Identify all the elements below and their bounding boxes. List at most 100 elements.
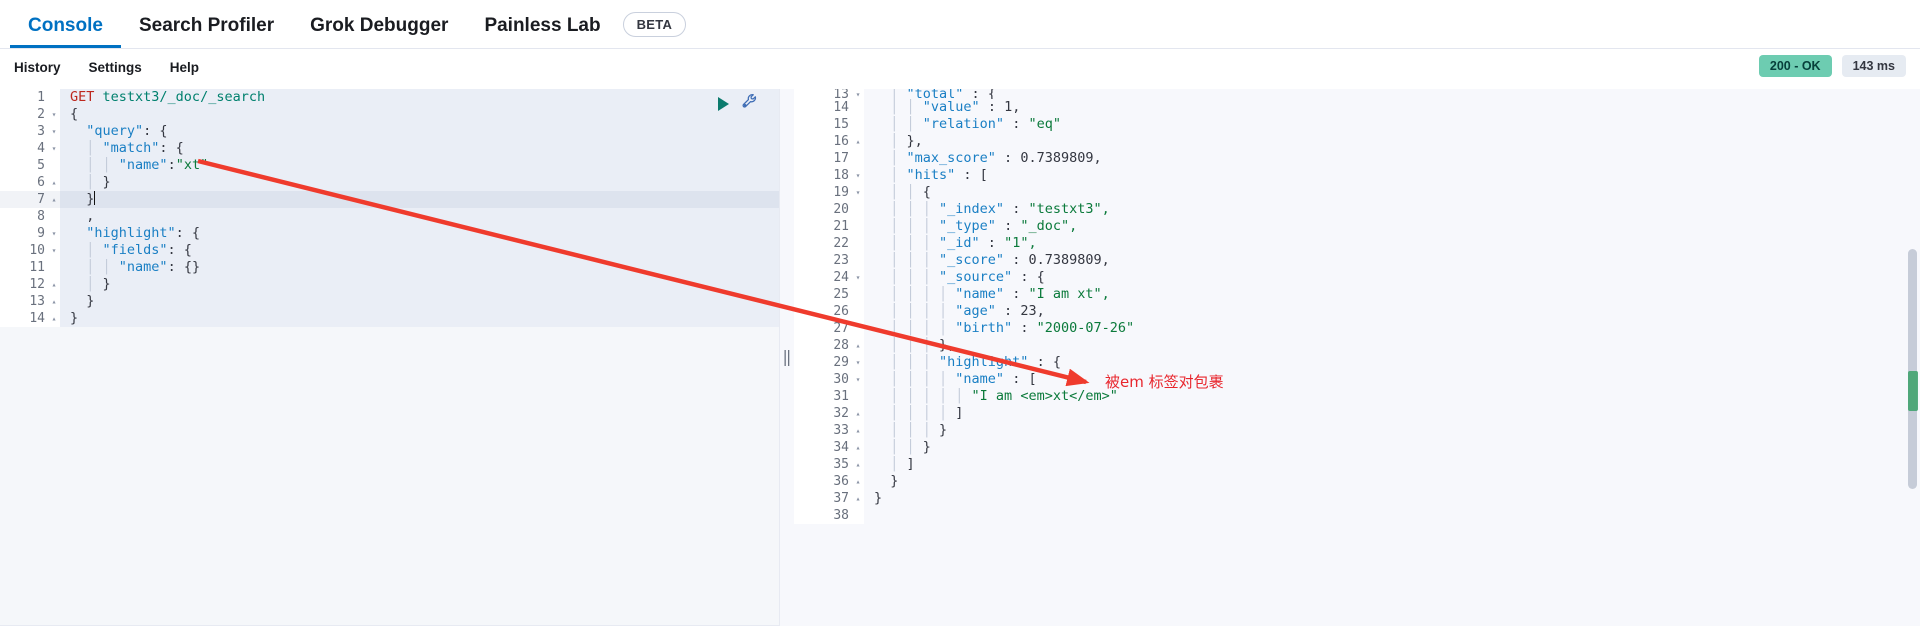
line-content: │ "fields": { bbox=[60, 242, 779, 259]
fold-toggle-icon bbox=[48, 157, 60, 174]
line-number: 16 bbox=[794, 133, 852, 150]
fold-toggle-icon[interactable]: ▴ bbox=[48, 174, 60, 191]
line-number: 31 bbox=[794, 388, 852, 405]
line-content: │ │ "relation" : "eq" bbox=[864, 116, 1920, 133]
token-guide: │ bbox=[70, 242, 103, 258]
fold-toggle-icon[interactable]: ▴ bbox=[48, 310, 60, 327]
fold-toggle-icon[interactable]: ▾ bbox=[48, 225, 60, 242]
token-num: 0.7389809, bbox=[1020, 150, 1102, 166]
fold-toggle-icon[interactable]: ▴ bbox=[48, 293, 60, 310]
fold-toggle-icon[interactable]: ▾ bbox=[48, 242, 60, 259]
play-triangle-icon[interactable] bbox=[718, 97, 729, 111]
fold-toggle-icon[interactable]: ▴ bbox=[852, 490, 864, 507]
fold-toggle-icon[interactable]: ▾ bbox=[852, 354, 864, 371]
fold-toggle-icon bbox=[48, 208, 60, 225]
token-punc: : bbox=[167, 157, 176, 173]
response-viewer-pane[interactable]: 13 ▾ │ "total" : {14 │ │ "value" : 1, 15 │… bbox=[794, 89, 1920, 626]
token-punc: : bbox=[1004, 252, 1029, 268]
line-number: 36 bbox=[794, 473, 852, 490]
line-content: │ │ │ │ │ "I am <em>xt</em>" bbox=[864, 388, 1920, 405]
token-str: "_doc", bbox=[1020, 218, 1078, 234]
token-punc: : { bbox=[1012, 269, 1045, 285]
token-guide: │ bbox=[874, 150, 907, 166]
editor-line: 3 ▾ "query": { bbox=[0, 123, 779, 140]
line-content: "highlight": { bbox=[60, 225, 779, 242]
line-content: } bbox=[60, 310, 779, 327]
editor-line: 10 ▾ │ "fields": { bbox=[0, 242, 779, 259]
line-content: { bbox=[60, 106, 779, 123]
line-content: │ │ │ │ "birth" : "2000-07-26" bbox=[864, 320, 1920, 337]
menu-settings[interactable]: Settings bbox=[89, 60, 142, 75]
line-content: │ │ │ │ "age" : 23, bbox=[864, 303, 1920, 320]
editor-line: 32 ▴ │ │ │ │ ] bbox=[794, 405, 1920, 422]
token-punc: : { bbox=[159, 140, 184, 156]
fold-toggle-icon[interactable]: ▾ bbox=[852, 269, 864, 286]
token-key: "_score" bbox=[939, 252, 1005, 268]
fold-toggle-icon[interactable]: ▴ bbox=[852, 439, 864, 456]
response-scrollbar[interactable] bbox=[1906, 89, 1919, 626]
editor-line: 13 ▾ │ "total" : { bbox=[794, 89, 1920, 99]
fold-toggle-icon[interactable]: ▾ bbox=[852, 167, 864, 184]
request-editor-pane[interactable]: 1 GET testxt3/_doc/_search 2 ▾{3 ▾ "query": … bbox=[0, 89, 780, 626]
fold-toggle-icon[interactable]: ▾ bbox=[852, 184, 864, 201]
line-content: │ │ │ "_index" : "testxt3", bbox=[864, 201, 1920, 218]
fold-toggle-icon[interactable]: ▾ bbox=[48, 123, 60, 140]
response-status-group: 200 - OK 143 ms bbox=[1758, 55, 1906, 77]
line-content: │ │ │ "_score" : 0.7389809, bbox=[864, 252, 1920, 269]
fold-toggle-icon[interactable]: ▾ bbox=[852, 89, 864, 99]
fold-toggle-icon bbox=[852, 252, 864, 269]
menu-history[interactable]: History bbox=[14, 60, 61, 75]
line-number: 22 bbox=[794, 235, 852, 252]
token-key: "name" bbox=[955, 371, 1005, 387]
fold-toggle-icon[interactable]: ▾ bbox=[48, 140, 60, 157]
editor-line: 4 ▾ │ "match": { bbox=[0, 140, 779, 157]
token-punc: : bbox=[995, 218, 1021, 234]
line-number: 37 bbox=[794, 490, 852, 507]
token-num: 0.7389809, bbox=[1028, 252, 1110, 268]
fold-toggle-icon bbox=[852, 201, 864, 218]
tab-painless-lab[interactable]: Painless Lab bbox=[466, 0, 618, 48]
fold-toggle-icon[interactable]: ▴ bbox=[852, 405, 864, 422]
fold-toggle-icon[interactable]: ▴ bbox=[852, 133, 864, 150]
line-number: 19 bbox=[794, 184, 852, 201]
fold-toggle-icon[interactable]: ▾ bbox=[48, 106, 60, 123]
line-number: 34 bbox=[794, 439, 852, 456]
tab-search-profiler[interactable]: Search Profiler bbox=[121, 0, 292, 48]
line-number: 8 bbox=[0, 208, 48, 225]
fold-toggle-icon[interactable]: ▴ bbox=[852, 473, 864, 490]
pane-splitter[interactable] bbox=[780, 89, 794, 626]
token-punc: } bbox=[939, 422, 948, 438]
line-number: 4 bbox=[0, 140, 48, 157]
splitter-handle-icon bbox=[784, 349, 790, 366]
line-number: 13 bbox=[794, 89, 852, 99]
editor-line: 1 GET testxt3/_doc/_search bbox=[0, 89, 779, 106]
fold-toggle-icon[interactable]: ▴ bbox=[852, 422, 864, 439]
editor-line: 23 │ │ │ "_score" : 0.7389809, bbox=[794, 252, 1920, 269]
console-submenu: History Settings Help 200 - OK 143 ms bbox=[0, 49, 1920, 85]
line-number: 30 bbox=[794, 371, 852, 388]
token-key: "query" bbox=[86, 123, 144, 139]
token-punc: { bbox=[70, 106, 79, 122]
fold-toggle-icon[interactable]: ▾ bbox=[852, 371, 864, 388]
line-content: │ │ │ "_id" : "1", bbox=[864, 235, 1920, 252]
token-punc: , bbox=[70, 208, 95, 224]
line-content: │ │ "value" : 1, bbox=[864, 99, 1920, 116]
line-content: } bbox=[864, 473, 1920, 490]
fold-toggle-icon[interactable]: ▴ bbox=[48, 276, 60, 293]
wrench-icon[interactable] bbox=[741, 92, 760, 116]
line-number: 25 bbox=[794, 286, 852, 303]
tab-console[interactable]: Console bbox=[10, 0, 121, 48]
fold-toggle-icon[interactable]: ▴ bbox=[852, 456, 864, 473]
request-editor[interactable]: 1 GET testxt3/_doc/_search 2 ▾{3 ▾ "query": … bbox=[0, 89, 779, 327]
menu-help[interactable]: Help bbox=[170, 60, 199, 75]
editor-line: 21 │ │ │ "_type" : "_doc", bbox=[794, 218, 1920, 235]
line-number: 2 bbox=[0, 106, 48, 123]
token-punc: : bbox=[995, 303, 1021, 319]
fold-toggle-icon[interactable]: ▴ bbox=[852, 337, 864, 354]
fold-toggle-icon[interactable]: ▴ bbox=[48, 191, 60, 208]
tab-grok-debugger[interactable]: Grok Debugger bbox=[292, 0, 466, 48]
response-scrollbar-thumb bbox=[1908, 249, 1917, 489]
token-guide: │ bbox=[874, 456, 907, 472]
